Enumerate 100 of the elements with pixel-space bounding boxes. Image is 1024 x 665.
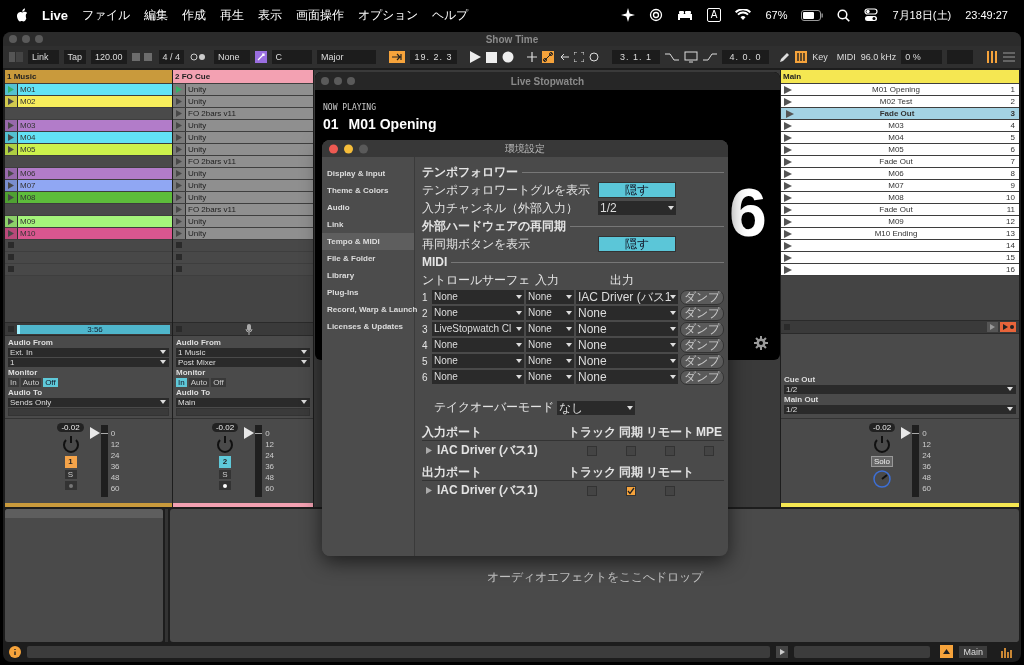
info-icon[interactable] xyxy=(9,645,21,658)
app-menu[interactable]: Live xyxy=(42,7,68,23)
clip[interactable]: Unity xyxy=(186,168,313,179)
clip-launch-button[interactable] xyxy=(173,180,185,191)
output-dropdown[interactable]: None xyxy=(576,306,678,320)
punch-in-icon[interactable] xyxy=(664,52,679,62)
cue-volume-knob[interactable] xyxy=(872,469,893,489)
menu-item[interactable]: 作成 xyxy=(182,6,206,24)
record-button[interactable] xyxy=(502,51,515,63)
close-button[interactable] xyxy=(329,144,338,153)
close-button[interactable] xyxy=(321,77,329,85)
capture-icon[interactable] xyxy=(574,52,585,62)
menu-item[interactable]: ヘルプ xyxy=(432,6,468,24)
scene-row[interactable]: M07 9 xyxy=(781,180,1019,191)
cue-out-dropdown[interactable]: 1/2 xyxy=(784,385,1016,394)
scene-row[interactable]: M09 12 xyxy=(781,216,1019,227)
clip-launch-button[interactable] xyxy=(5,120,17,131)
dump-button[interactable]: ダンプ xyxy=(680,369,724,385)
output-dropdown[interactable]: IAC Driver (バス1 xyxy=(576,290,678,304)
clip[interactable]: M06 xyxy=(18,168,172,179)
dump-button[interactable]: ダンプ xyxy=(680,353,724,369)
dump-button[interactable]: ダンプ xyxy=(680,337,724,353)
clip-launch-button[interactable] xyxy=(173,156,185,167)
monitor-option[interactable]: Auto xyxy=(20,378,42,387)
back-arrow-icon[interactable] xyxy=(559,52,570,62)
input-dropdown[interactable]: None xyxy=(526,354,574,368)
audio-from-dropdown[interactable]: 1 Music xyxy=(176,348,310,357)
clip[interactable]: Unity xyxy=(186,84,313,95)
clip-launch-button[interactable] xyxy=(5,180,17,191)
clip[interactable]: M10 xyxy=(18,228,172,239)
key-map-button[interactable]: Key xyxy=(812,52,828,62)
output-dropdown[interactable]: None xyxy=(576,354,678,368)
monitor-option[interactable]: Auto xyxy=(188,378,210,387)
clip[interactable]: Unity xyxy=(186,132,313,143)
scene-row[interactable]: M01 Opening 1 xyxy=(781,84,1019,95)
input-source-indicator[interactable]: A xyxy=(706,8,722,22)
clip-launch-button[interactable] xyxy=(173,216,185,227)
tempo-field[interactable]: 120.00 xyxy=(91,50,127,64)
clip[interactable]: M07 xyxy=(18,180,172,191)
loop-icon[interactable] xyxy=(683,51,698,63)
apple-logo-icon[interactable] xyxy=(16,8,28,22)
midi-map-button[interactable]: MIDI xyxy=(836,52,856,62)
monitor-option[interactable]: In xyxy=(8,378,19,387)
pan-knob[interactable] xyxy=(60,434,81,454)
clip[interactable]: Unity xyxy=(186,216,313,227)
circle-icon[interactable] xyxy=(589,52,600,62)
link-dropdown[interactable]: Link xyxy=(28,50,59,64)
preferences-tab[interactable]: Theme & Colors xyxy=(322,182,414,199)
output-channel-field[interactable] xyxy=(176,408,310,416)
scene-row[interactable]: Fade Out 11 xyxy=(781,204,1019,215)
menu-item[interactable]: 編集 xyxy=(144,6,168,24)
layout-icon[interactable] xyxy=(9,52,23,62)
clip-launch-button[interactable] xyxy=(173,132,185,143)
clip-launch-button[interactable] xyxy=(173,204,185,215)
clip[interactable]: Unity xyxy=(186,96,313,107)
output-dropdown[interactable]: None xyxy=(576,338,678,352)
clip[interactable]: Unity xyxy=(186,192,313,203)
scene-row[interactable]: M06 8 xyxy=(781,168,1019,179)
input-dropdown[interactable]: None xyxy=(526,338,574,352)
preferences-tab[interactable]: Plug-Ins xyxy=(322,284,414,301)
clip-launch-button[interactable] xyxy=(5,168,17,179)
menu-item[interactable]: 表示 xyxy=(258,6,282,24)
control-center-icon[interactable] xyxy=(864,8,879,22)
clip[interactable]: Unity xyxy=(186,180,313,191)
main-out-dropdown[interactable]: 1/2 xyxy=(784,405,1016,414)
clip[interactable]: M05 xyxy=(18,144,172,155)
menu-item[interactable]: オプション xyxy=(358,6,418,24)
clip[interactable]: M02 xyxy=(18,96,172,107)
output-dropdown[interactable]: None xyxy=(576,322,678,336)
volume-readout[interactable]: -0.02 xyxy=(868,423,896,432)
dump-button[interactable]: ダンプ xyxy=(680,321,724,337)
checkbox[interactable] xyxy=(626,485,636,496)
clip[interactable]: Unity xyxy=(186,144,313,155)
menu-item[interactable]: 再生 xyxy=(220,6,244,24)
add-icon[interactable] xyxy=(527,52,538,62)
track-activator-button[interactable]: 2 xyxy=(219,456,232,468)
menu-item[interactable]: ファイル xyxy=(82,6,130,24)
preferences-tab[interactable]: Library xyxy=(322,267,414,284)
clip-launch-button[interactable] xyxy=(5,132,17,143)
preferences-tab[interactable]: File & Folder xyxy=(322,250,414,267)
clip-launch-button[interactable] xyxy=(173,120,185,131)
expand-arrow-icon[interactable] xyxy=(426,487,432,494)
scene-row[interactable]: M05 6 xyxy=(781,144,1019,155)
clip[interactable]: FO 2bars v11 xyxy=(186,156,313,167)
track-activator-button[interactable]: 1 xyxy=(64,456,77,468)
clip-launch-button[interactable] xyxy=(173,108,185,119)
track-header[interactable]: 2 FO Cue xyxy=(173,70,313,83)
clip[interactable]: FO 2bars v11 xyxy=(186,204,313,215)
solo-button[interactable]: Solo xyxy=(871,456,894,467)
session-view-icon[interactable] xyxy=(986,51,998,63)
clip-launch-button[interactable] xyxy=(5,96,17,107)
input-dropdown[interactable]: None xyxy=(526,290,574,304)
scene-row[interactable]: Fade Out 7 xyxy=(781,156,1019,167)
expand-arrow-icon[interactable] xyxy=(426,447,432,454)
key-dropdown[interactable]: C xyxy=(271,50,312,64)
zoom-button[interactable] xyxy=(35,35,43,43)
takeover-dropdown[interactable]: なし xyxy=(557,400,635,415)
quantize-dropdown[interactable]: None xyxy=(214,50,250,64)
pencil-icon[interactable] xyxy=(779,51,791,63)
monitor-option[interactable]: Off xyxy=(211,378,226,387)
